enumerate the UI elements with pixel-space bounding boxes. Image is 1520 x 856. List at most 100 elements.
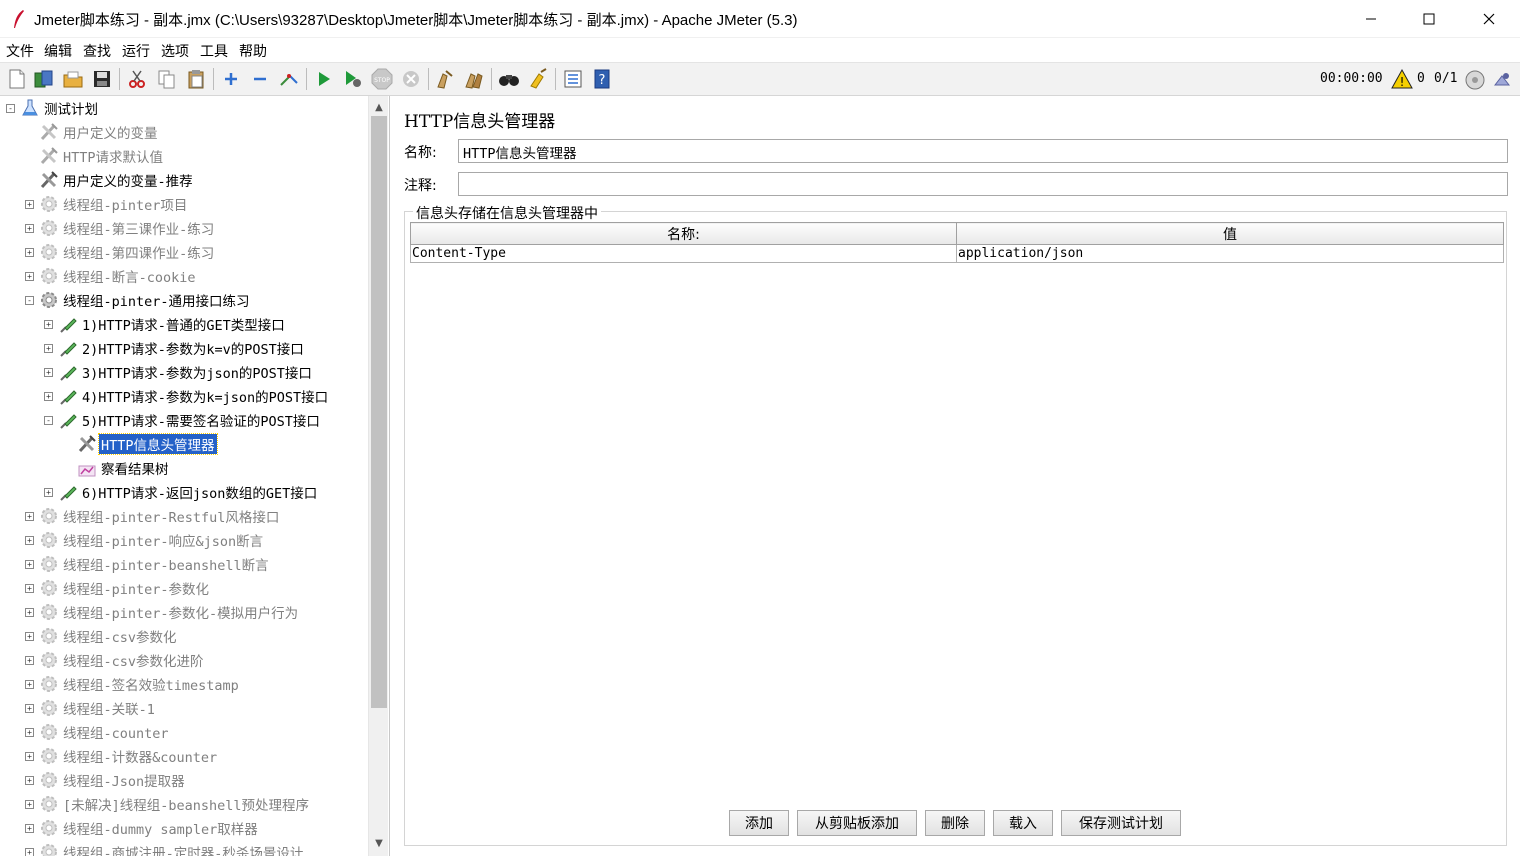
scroll-down-arrow-icon[interactable]: ▼ bbox=[369, 834, 389, 852]
tree-node[interactable]: + 线程组-csv参数化进阶 bbox=[25, 649, 206, 671]
open-button[interactable] bbox=[61, 67, 85, 91]
tree-vertical-scrollbar[interactable]: ▲ ▼ bbox=[368, 96, 388, 856]
tree-node[interactable]: - 线程组-pinter-通用接口练习 bbox=[25, 289, 252, 311]
expand-node-icon[interactable]: + bbox=[25, 560, 34, 569]
menu-run[interactable]: 运行 bbox=[122, 41, 150, 61]
expand-node-icon[interactable]: + bbox=[44, 368, 53, 377]
expand-node-icon[interactable]: + bbox=[25, 848, 34, 856]
add-from-clipboard-button[interactable]: 从剪贴板添加 bbox=[797, 810, 917, 836]
tree-node[interactable]: + 线程组-counter bbox=[25, 721, 171, 743]
templates-button[interactable] bbox=[32, 67, 56, 91]
tree-node[interactable]: + 线程组-pinter-Restful风格接口 bbox=[25, 505, 281, 527]
expand-node-icon[interactable]: + bbox=[25, 224, 34, 233]
stop-button[interactable]: STOP bbox=[370, 67, 394, 91]
expand-node-icon[interactable]: + bbox=[25, 728, 34, 737]
scrollbar-thumb[interactable] bbox=[371, 116, 387, 708]
tree-node[interactable]: + 线程组-pinter-响应&json断言 bbox=[25, 529, 265, 551]
load-button[interactable]: 载入 bbox=[993, 810, 1053, 836]
tree-node[interactable]: + 线程组-断言-cookie bbox=[25, 265, 198, 287]
expand-node-icon[interactable]: + bbox=[25, 824, 34, 833]
tree-node[interactable]: +1)HTTP请求-普通的GET类型接口 bbox=[44, 313, 287, 335]
function-helper-button[interactable] bbox=[561, 67, 585, 91]
tree-node[interactable]: 用户定义的变量-推荐 bbox=[39, 169, 195, 191]
start-no-pauses-button[interactable] bbox=[341, 67, 365, 91]
search-button[interactable] bbox=[497, 67, 521, 91]
comment-input[interactable] bbox=[458, 172, 1508, 196]
menu-edit[interactable]: 编辑 bbox=[44, 41, 72, 61]
tree-node[interactable]: +6)HTTP请求-返回json数组的GET接口 bbox=[44, 481, 319, 503]
menu-options[interactable]: 选项 bbox=[161, 41, 189, 61]
scroll-up-arrow-icon[interactable]: ▲ bbox=[369, 98, 389, 116]
tree-node[interactable]: + 线程组-第三课作业-练习 bbox=[25, 217, 216, 239]
expand-node-icon[interactable]: + bbox=[25, 680, 34, 689]
menu-help[interactable]: 帮助 bbox=[239, 41, 267, 61]
copy-button[interactable] bbox=[155, 67, 179, 91]
tree-node[interactable]: 用户定义的变量 bbox=[39, 121, 160, 143]
expand-node-icon[interactable]: + bbox=[25, 704, 34, 713]
tree-node[interactable]: + 线程组-pinter项目 bbox=[25, 193, 189, 215]
tree-node[interactable]: +2)HTTP请求-参数为k=v的POST接口 bbox=[44, 337, 306, 359]
expand-all-button[interactable] bbox=[219, 67, 243, 91]
expand-node-icon[interactable]: + bbox=[25, 200, 34, 209]
tree-node[interactable]: +3)HTTP请求-参数为json的POST接口 bbox=[44, 361, 314, 383]
new-button[interactable] bbox=[5, 67, 29, 91]
expand-node-icon[interactable]: + bbox=[25, 608, 34, 617]
toggle-button[interactable] bbox=[277, 67, 301, 91]
column-header-value[interactable]: 值 bbox=[956, 222, 1504, 245]
shutdown-button[interactable] bbox=[399, 67, 423, 91]
expand-node-icon[interactable]: + bbox=[44, 488, 53, 497]
tree-node[interactable]: + 线程组-商城注册-定时器-秒杀场景设计 bbox=[25, 841, 305, 856]
tree-node[interactable]: + 线程组-dummy sampler取样器 bbox=[25, 817, 260, 839]
start-button[interactable] bbox=[312, 67, 336, 91]
column-header-name[interactable]: 名称: bbox=[410, 222, 957, 245]
expand-node-icon[interactable]: + bbox=[25, 584, 34, 593]
tree-node[interactable]: + 线程组-csv参数化 bbox=[25, 625, 179, 647]
add-button[interactable]: 添加 bbox=[729, 810, 789, 836]
expand-node-icon[interactable]: + bbox=[25, 752, 34, 761]
expand-node-icon[interactable]: + bbox=[25, 248, 34, 257]
tree-node[interactable]: + 线程组-pinter-beanshell断言 bbox=[25, 553, 271, 575]
tree-node[interactable]: + 线程组-pinter-参数化 bbox=[25, 577, 211, 599]
delete-button[interactable]: 删除 bbox=[925, 810, 985, 836]
clear-button[interactable] bbox=[433, 67, 457, 91]
expand-node-icon[interactable]: + bbox=[25, 536, 34, 545]
expand-node-icon[interactable]: + bbox=[25, 632, 34, 641]
collapse-node-icon[interactable]: - bbox=[44, 416, 53, 425]
reset-search-button[interactable] bbox=[526, 67, 550, 91]
clear-all-button[interactable] bbox=[463, 67, 487, 91]
warning-icon[interactable]: ! bbox=[1391, 69, 1413, 89]
tree-node[interactable]: + 线程组-关联-1 bbox=[25, 697, 157, 719]
paste-button[interactable] bbox=[184, 67, 208, 91]
tree-node[interactable]: - 测试计划 bbox=[6, 97, 100, 119]
collapse-all-button[interactable] bbox=[248, 67, 272, 91]
save-test-plan-button[interactable]: 保存测试计划 bbox=[1061, 810, 1181, 836]
header-value-cell[interactable]: application/json bbox=[956, 244, 1504, 263]
tree-node[interactable]: - 5)HTTP请求-需要签名验证的POST接口 bbox=[44, 409, 322, 431]
cut-button[interactable] bbox=[125, 67, 149, 91]
maximize-button[interactable] bbox=[1400, 0, 1458, 38]
expand-node-icon[interactable]: + bbox=[25, 800, 34, 809]
expand-node-icon[interactable]: + bbox=[25, 656, 34, 665]
name-input[interactable]: HTTP信息头管理器 bbox=[458, 139, 1508, 163]
tree-node[interactable]: + 线程组-pinter-参数化-模拟用户行为 bbox=[25, 601, 300, 623]
expand-node-icon[interactable]: + bbox=[44, 344, 53, 353]
menu-tools[interactable]: 工具 bbox=[200, 41, 228, 61]
help-button[interactable]: ? bbox=[590, 67, 614, 91]
menu-search[interactable]: 查找 bbox=[83, 41, 111, 61]
close-button[interactable] bbox=[1460, 0, 1518, 38]
minimize-button[interactable] bbox=[1342, 0, 1400, 38]
tree-node[interactable]: HTTP请求默认值 bbox=[39, 145, 165, 167]
tree-node[interactable]: + 线程组-Json提取器 bbox=[25, 769, 187, 791]
expand-node-icon[interactable]: + bbox=[44, 320, 53, 329]
expand-node-icon[interactable]: + bbox=[44, 392, 53, 401]
tree-node[interactable]: HTTP信息头管理器 bbox=[77, 433, 218, 455]
menu-file[interactable]: 文件 bbox=[6, 41, 34, 61]
tree-node[interactable]: + [未解决]线程组-beanshell预处理程序 bbox=[25, 793, 311, 815]
table-row[interactable]: Content-Type application/json bbox=[410, 244, 1504, 263]
log-viewer-icon[interactable] bbox=[1492, 70, 1514, 90]
collapse-node-icon[interactable]: - bbox=[25, 296, 34, 305]
tree-node[interactable]: + 线程组-签名效验timestamp bbox=[25, 673, 241, 695]
tree-node[interactable]: +4)HTTP请求-参数为k=json的POST接口 bbox=[44, 385, 330, 407]
save-button[interactable] bbox=[90, 67, 114, 91]
tree-node[interactable]: + 线程组-计数器&counter bbox=[25, 745, 219, 767]
